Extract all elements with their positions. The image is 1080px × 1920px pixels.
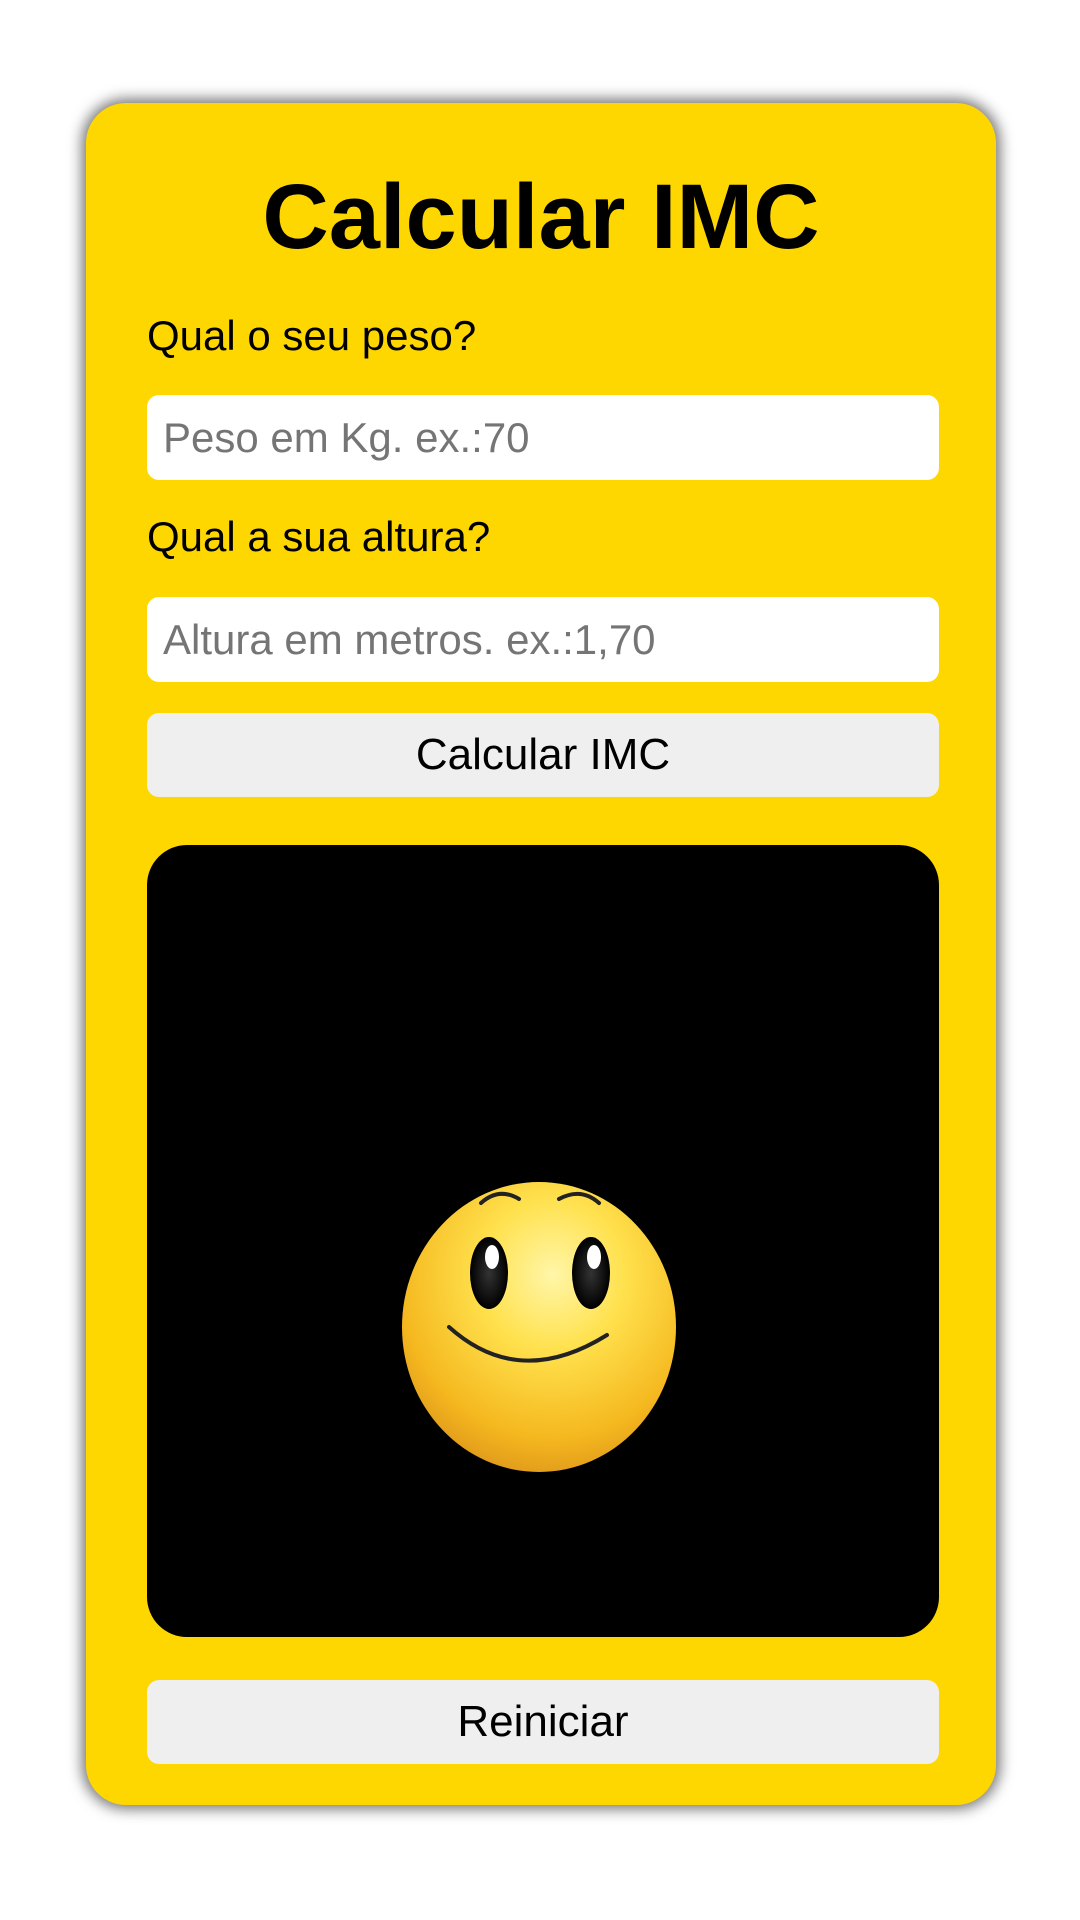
height-label: Qual a sua altura?: [147, 513, 491, 560]
smiley-face-icon: [402, 1182, 676, 1472]
result-display: [147, 845, 939, 1637]
imc-card: Calcular IMC Qual o seu peso? Qual a sua…: [86, 103, 996, 1805]
page-title: Calcular IMC: [262, 166, 820, 268]
weight-input[interactable]: [147, 395, 939, 480]
weight-label: Qual o seu peso?: [147, 312, 477, 359]
height-input[interactable]: [147, 597, 939, 682]
calculate-button[interactable]: Calcular IMC: [147, 713, 939, 797]
reset-button[interactable]: Reiniciar: [147, 1680, 939, 1764]
